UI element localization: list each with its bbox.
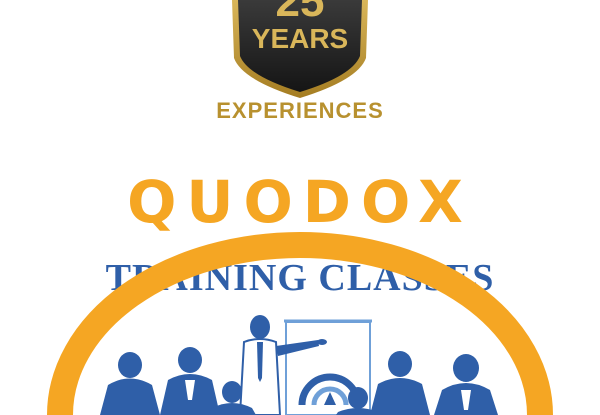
- attendee-left-2: [160, 347, 220, 415]
- attendee-right-2: [434, 354, 498, 415]
- attendee-right-1: [370, 351, 430, 415]
- attendee-left-1: [100, 352, 160, 415]
- meeting-illustration-icon: [47, 232, 553, 415]
- page: 25 YEARS EXPERIENCES QUODOX TRAINING CLA…: [0, 0, 600, 415]
